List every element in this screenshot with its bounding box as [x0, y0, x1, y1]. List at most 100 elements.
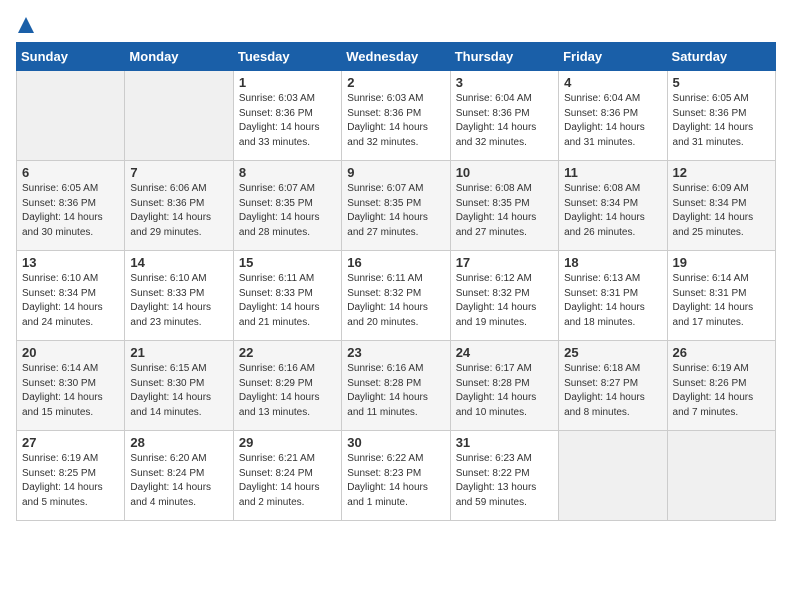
calendar-cell: 23 Sunrise: 6:16 AM Sunset: 8:28 PM Dayli…	[342, 341, 450, 431]
calendar-cell: 7 Sunrise: 6:06 AM Sunset: 8:36 PM Daylig…	[125, 161, 233, 251]
day-info: Sunrise: 6:03 AM Sunset: 8:36 PM Dayligh…	[239, 92, 336, 150]
day-number: 31	[456, 435, 553, 450]
calendar-cell	[667, 431, 775, 521]
day-info: Sunrise: 6:16 AM Sunset: 8:29 PM Dayligh…	[239, 362, 336, 420]
day-number: 3	[456, 75, 553, 90]
page-header	[16, 16, 776, 34]
calendar-cell: 1 Sunrise: 6:03 AM Sunset: 8:36 PM Daylig…	[233, 71, 341, 161]
day-number: 9	[347, 165, 444, 180]
day-info: Sunrise: 6:05 AM Sunset: 8:36 PM Dayligh…	[22, 182, 119, 240]
day-number: 1	[239, 75, 336, 90]
day-info: Sunrise: 6:21 AM Sunset: 8:24 PM Dayligh…	[239, 452, 336, 510]
weekday-header-thursday: Thursday	[450, 43, 558, 71]
day-info: Sunrise: 6:11 AM Sunset: 8:33 PM Dayligh…	[239, 272, 336, 330]
calendar-cell: 19 Sunrise: 6:14 AM Sunset: 8:31 PM Dayli…	[667, 251, 775, 341]
calendar-cell: 9 Sunrise: 6:07 AM Sunset: 8:35 PM Daylig…	[342, 161, 450, 251]
weekday-header-wednesday: Wednesday	[342, 43, 450, 71]
day-number: 11	[564, 165, 661, 180]
calendar-cell: 12Sunrise: 6:09 AM Sunset: 8:34 PM Dayli…	[667, 161, 775, 251]
week-row-4: 20 Sunrise: 6:14 AM Sunset: 8:30 PM Dayli…	[17, 341, 776, 431]
day-info: Sunrise: 6:08 AM Sunset: 8:35 PM Dayligh…	[456, 182, 553, 240]
day-number: 18	[564, 255, 661, 270]
weekday-header-monday: Monday	[125, 43, 233, 71]
calendar-cell	[125, 71, 233, 161]
calendar-cell: 25 Sunrise: 6:18 AM Sunset: 8:27 PM Dayli…	[559, 341, 667, 431]
day-info: Sunrise: 6:05 AM Sunset: 8:36 PM Dayligh…	[673, 92, 770, 150]
day-info: Sunrise: 6:14 AM Sunset: 8:31 PM Dayligh…	[673, 272, 770, 330]
day-info: Sunrise: 6:04 AM Sunset: 8:36 PM Dayligh…	[456, 92, 553, 150]
calendar-cell: 28 Sunrise: 6:20 AM Sunset: 8:24 PM Dayli…	[125, 431, 233, 521]
day-number: 12	[673, 165, 770, 180]
day-number: 7	[130, 165, 227, 180]
day-number: 10	[456, 165, 553, 180]
calendar-cell: 21Sunrise: 6:15 AM Sunset: 8:30 PM Dayli…	[125, 341, 233, 431]
day-info: Sunrise: 6:07 AM Sunset: 8:35 PM Dayligh…	[239, 182, 336, 240]
day-info: Sunrise: 6:23 AM Sunset: 8:22 PM Dayligh…	[456, 452, 553, 510]
day-info: Sunrise: 6:06 AM Sunset: 8:36 PM Dayligh…	[130, 182, 227, 240]
day-number: 19	[673, 255, 770, 270]
logo-triangle-icon	[17, 16, 35, 34]
calendar-cell: 24Sunrise: 6:17 AM Sunset: 8:28 PM Dayli…	[450, 341, 558, 431]
day-number: 26	[673, 345, 770, 360]
day-info: Sunrise: 6:22 AM Sunset: 8:23 PM Dayligh…	[347, 452, 444, 510]
day-info: Sunrise: 6:03 AM Sunset: 8:36 PM Dayligh…	[347, 92, 444, 150]
weekday-header-sunday: Sunday	[17, 43, 125, 71]
week-row-5: 27Sunrise: 6:19 AM Sunset: 8:25 PM Dayli…	[17, 431, 776, 521]
day-info: Sunrise: 6:16 AM Sunset: 8:28 PM Dayligh…	[347, 362, 444, 420]
calendar-cell: 17 Sunrise: 6:12 AM Sunset: 8:32 PM Dayli…	[450, 251, 558, 341]
calendar-cell: 22Sunrise: 6:16 AM Sunset: 8:29 PM Dayli…	[233, 341, 341, 431]
calendar-cell: 15 Sunrise: 6:11 AM Sunset: 8:33 PM Dayli…	[233, 251, 341, 341]
day-number: 23	[347, 345, 444, 360]
day-number: 28	[130, 435, 227, 450]
week-row-1: 1 Sunrise: 6:03 AM Sunset: 8:36 PM Daylig…	[17, 71, 776, 161]
calendar-cell: 4 Sunrise: 6:04 AM Sunset: 8:36 PM Daylig…	[559, 71, 667, 161]
weekday-header-tuesday: Tuesday	[233, 43, 341, 71]
day-number: 2	[347, 75, 444, 90]
weekday-header-saturday: Saturday	[667, 43, 775, 71]
calendar-cell: 26 Sunrise: 6:19 AM Sunset: 8:26 PM Dayli…	[667, 341, 775, 431]
day-info: Sunrise: 6:08 AM Sunset: 8:34 PM Dayligh…	[564, 182, 661, 240]
day-number: 29	[239, 435, 336, 450]
calendar-cell: 13 Sunrise: 6:10 AM Sunset: 8:34 PM Dayli…	[17, 251, 125, 341]
day-info: Sunrise: 6:18 AM Sunset: 8:27 PM Dayligh…	[564, 362, 661, 420]
calendar-cell: 29 Sunrise: 6:21 AM Sunset: 8:24 PM Dayli…	[233, 431, 341, 521]
day-info: Sunrise: 6:12 AM Sunset: 8:32 PM Dayligh…	[456, 272, 553, 330]
day-number: 8	[239, 165, 336, 180]
day-info: Sunrise: 6:10 AM Sunset: 8:34 PM Dayligh…	[22, 272, 119, 330]
calendar-cell: 31 Sunrise: 6:23 AM Sunset: 8:22 PM Dayli…	[450, 431, 558, 521]
week-row-3: 13 Sunrise: 6:10 AM Sunset: 8:34 PM Dayli…	[17, 251, 776, 341]
logo	[16, 16, 36, 34]
day-info: Sunrise: 6:07 AM Sunset: 8:35 PM Dayligh…	[347, 182, 444, 240]
calendar-cell: 8 Sunrise: 6:07 AM Sunset: 8:35 PM Daylig…	[233, 161, 341, 251]
day-number: 13	[22, 255, 119, 270]
calendar-cell: 16 Sunrise: 6:11 AM Sunset: 8:32 PM Dayli…	[342, 251, 450, 341]
day-number: 20	[22, 345, 119, 360]
day-number: 5	[673, 75, 770, 90]
day-number: 15	[239, 255, 336, 270]
calendar-cell: 3 Sunrise: 6:04 AM Sunset: 8:36 PM Daylig…	[450, 71, 558, 161]
day-number: 14	[130, 255, 227, 270]
day-number: 4	[564, 75, 661, 90]
day-info: Sunrise: 6:13 AM Sunset: 8:31 PM Dayligh…	[564, 272, 661, 330]
day-info: Sunrise: 6:04 AM Sunset: 8:36 PM Dayligh…	[564, 92, 661, 150]
day-number: 24	[456, 345, 553, 360]
calendar-cell: 6Sunrise: 6:05 AM Sunset: 8:36 PM Daylig…	[17, 161, 125, 251]
day-number: 21	[130, 345, 227, 360]
day-number: 16	[347, 255, 444, 270]
calendar-cell: 10 Sunrise: 6:08 AM Sunset: 8:35 PM Dayli…	[450, 161, 558, 251]
calendar-cell: 2 Sunrise: 6:03 AM Sunset: 8:36 PM Daylig…	[342, 71, 450, 161]
day-number: 17	[456, 255, 553, 270]
day-number: 25	[564, 345, 661, 360]
day-info: Sunrise: 6:10 AM Sunset: 8:33 PM Dayligh…	[130, 272, 227, 330]
day-info: Sunrise: 6:20 AM Sunset: 8:24 PM Dayligh…	[130, 452, 227, 510]
calendar-cell: 27Sunrise: 6:19 AM Sunset: 8:25 PM Dayli…	[17, 431, 125, 521]
week-row-2: 6Sunrise: 6:05 AM Sunset: 8:36 PM Daylig…	[17, 161, 776, 251]
calendar-cell: 14 Sunrise: 6:10 AM Sunset: 8:33 PM Dayli…	[125, 251, 233, 341]
calendar-cell	[559, 431, 667, 521]
day-info: Sunrise: 6:11 AM Sunset: 8:32 PM Dayligh…	[347, 272, 444, 330]
calendar-cell	[17, 71, 125, 161]
day-info: Sunrise: 6:14 AM Sunset: 8:30 PM Dayligh…	[22, 362, 119, 420]
day-info: Sunrise: 6:19 AM Sunset: 8:26 PM Dayligh…	[673, 362, 770, 420]
calendar-cell: 30 Sunrise: 6:22 AM Sunset: 8:23 PM Dayli…	[342, 431, 450, 521]
day-number: 30	[347, 435, 444, 450]
